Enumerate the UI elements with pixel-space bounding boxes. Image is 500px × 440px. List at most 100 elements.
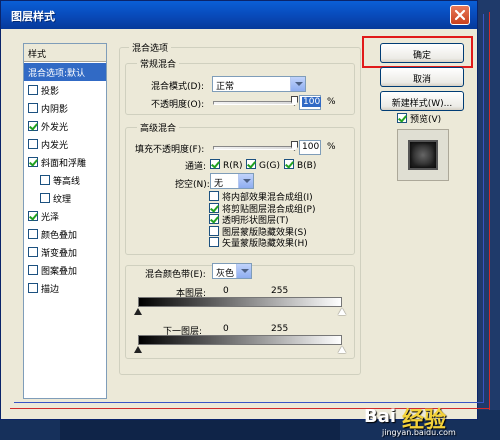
style-item-label: 颜色叠加: [41, 231, 78, 241]
blend-if-value: 灰色: [216, 269, 235, 279]
this-layer-max: 255: [271, 286, 289, 296]
fill-opacity-input[interactable]: 100: [299, 140, 321, 155]
knockout-value: 无: [214, 179, 224, 189]
window-title: 图层样式: [11, 10, 55, 23]
style-item[interactable]: 图案叠加: [24, 261, 106, 279]
blend-mode-label: 混合模式(D):: [151, 82, 204, 92]
fill-opacity-label: 填充不透明度(F):: [135, 145, 205, 155]
checkbox-icon[interactable]: [28, 85, 38, 95]
checkbox-icon: [209, 191, 219, 201]
blend-if-label: 混合颜色带(E):: [145, 270, 206, 280]
chevron-down-icon: [290, 77, 305, 91]
checkbox-icon: [209, 214, 219, 224]
checkbox-icon[interactable]: [28, 157, 38, 167]
style-item-label: 内发光: [41, 141, 69, 151]
style-item[interactable]: 内阴影: [24, 99, 106, 117]
chevron-down-icon: [236, 264, 251, 278]
style-item[interactable]: 投影: [24, 81, 106, 99]
checkbox-icon: [209, 202, 219, 213]
channel-label: B(B): [297, 161, 317, 171]
watermark-url: jingyan.baidu.com: [382, 428, 456, 437]
chevron-down-icon: [238, 174, 253, 188]
advanced-option-label: 矢量蒙版隐藏效果(H): [222, 239, 308, 249]
style-item-label: 外发光: [41, 123, 69, 133]
style-item[interactable]: 描边: [24, 279, 106, 297]
cancel-button[interactable]: 取消: [380, 67, 464, 87]
underlying-layer-gradient: [138, 335, 342, 345]
preview-checkbox[interactable]: 预览(V): [397, 112, 441, 125]
checkbox-icon[interactable]: [28, 139, 38, 149]
style-item-label: 图案叠加: [41, 267, 78, 277]
checkbox-icon: [284, 159, 294, 169]
close-icon: [454, 9, 466, 21]
checkbox-icon[interactable]: [40, 193, 50, 203]
checkbox-icon: [246, 159, 256, 169]
checkbox-icon[interactable]: [28, 229, 38, 239]
blue-guide-line: [483, 14, 484, 402]
fill-opacity-slider[interactable]: [213, 146, 295, 150]
blending-options-title: 混合选项: [129, 41, 172, 54]
advanced-option-checkbox[interactable]: 矢量蒙版隐藏效果(H): [209, 236, 308, 249]
this-layer-min: 0: [223, 286, 229, 296]
style-item-label: 纹理: [53, 195, 72, 205]
watermark-logo: Bai: [364, 406, 397, 427]
underlying-layer-max: 255: [271, 324, 289, 334]
style-item-label: 光泽: [41, 213, 60, 223]
checkbox-icon[interactable]: [28, 121, 38, 131]
style-item-label: 投影: [41, 87, 60, 97]
style-item-label: 内阴影: [41, 105, 69, 115]
style-item[interactable]: 内发光: [24, 135, 106, 153]
title-bar[interactable]: 图层样式: [1, 1, 477, 29]
general-blending-title: 常规混合: [137, 57, 180, 70]
style-item-label: 等高线: [53, 177, 81, 187]
preview-label: 预览(V): [410, 115, 442, 125]
background-canvas-strip: [60, 420, 340, 440]
opacity-value: 100: [302, 97, 322, 107]
channels-label: 通道:: [185, 162, 207, 172]
ok-button[interactable]: 确定: [380, 43, 464, 63]
advanced-blending-title: 高级混合: [137, 121, 180, 134]
style-item[interactable]: 混合选项:默认: [24, 63, 106, 81]
underlying-layer-black-handle[interactable]: [134, 346, 142, 353]
this-layer-white-handle[interactable]: [338, 308, 346, 315]
style-item[interactable]: 渐变叠加: [24, 243, 106, 261]
style-preview: [397, 129, 449, 181]
channel-checkbox[interactable]: B(B): [284, 159, 316, 171]
style-item[interactable]: 纹理: [24, 189, 106, 207]
style-item-label: 斜面和浮雕: [41, 159, 87, 169]
checkbox-icon: [210, 159, 220, 169]
this-layer-gradient: [138, 297, 342, 307]
channel-label: R(R): [223, 161, 243, 171]
blend-if-select[interactable]: 灰色: [212, 263, 252, 279]
checkbox-icon[interactable]: [40, 175, 50, 185]
checkbox-icon[interactable]: [28, 265, 38, 275]
underlying-layer-min: 0: [223, 324, 229, 334]
channel-checkbox[interactable]: G(G): [246, 159, 280, 171]
checkbox-icon: [209, 237, 219, 247]
underlying-layer-white-handle[interactable]: [338, 346, 346, 353]
opacity-label: 不透明度(O):: [151, 100, 205, 110]
fill-opacity-unit: %: [327, 142, 336, 152]
styles-list-header[interactable]: 样式: [24, 44, 106, 62]
close-button[interactable]: [450, 5, 470, 25]
blend-mode-select[interactable]: 正常: [212, 76, 306, 92]
checkbox-icon[interactable]: [28, 211, 38, 221]
checkbox-icon[interactable]: [28, 283, 38, 293]
style-item[interactable]: 外发光: [24, 117, 106, 135]
new-style-button[interactable]: 新建样式(W)...: [380, 91, 464, 111]
checkbox-icon[interactable]: [28, 103, 38, 113]
opacity-slider[interactable]: [213, 101, 295, 105]
checkbox-icon: [397, 113, 407, 123]
knockout-label: 挖空(N):: [175, 180, 210, 190]
this-layer-black-handle[interactable]: [134, 308, 142, 315]
style-item[interactable]: 光泽: [24, 207, 106, 225]
channel-checkbox[interactable]: R(R): [210, 159, 243, 171]
opacity-input[interactable]: 100: [299, 95, 322, 110]
style-item[interactable]: 斜面和浮雕: [24, 153, 106, 171]
checkbox-icon[interactable]: [28, 247, 38, 257]
fill-opacity-value: 100: [302, 142, 320, 152]
style-item-label: 描边: [41, 285, 60, 295]
style-item[interactable]: 等高线: [24, 171, 106, 189]
knockout-select[interactable]: 无: [210, 173, 254, 189]
style-item[interactable]: 颜色叠加: [24, 225, 106, 243]
